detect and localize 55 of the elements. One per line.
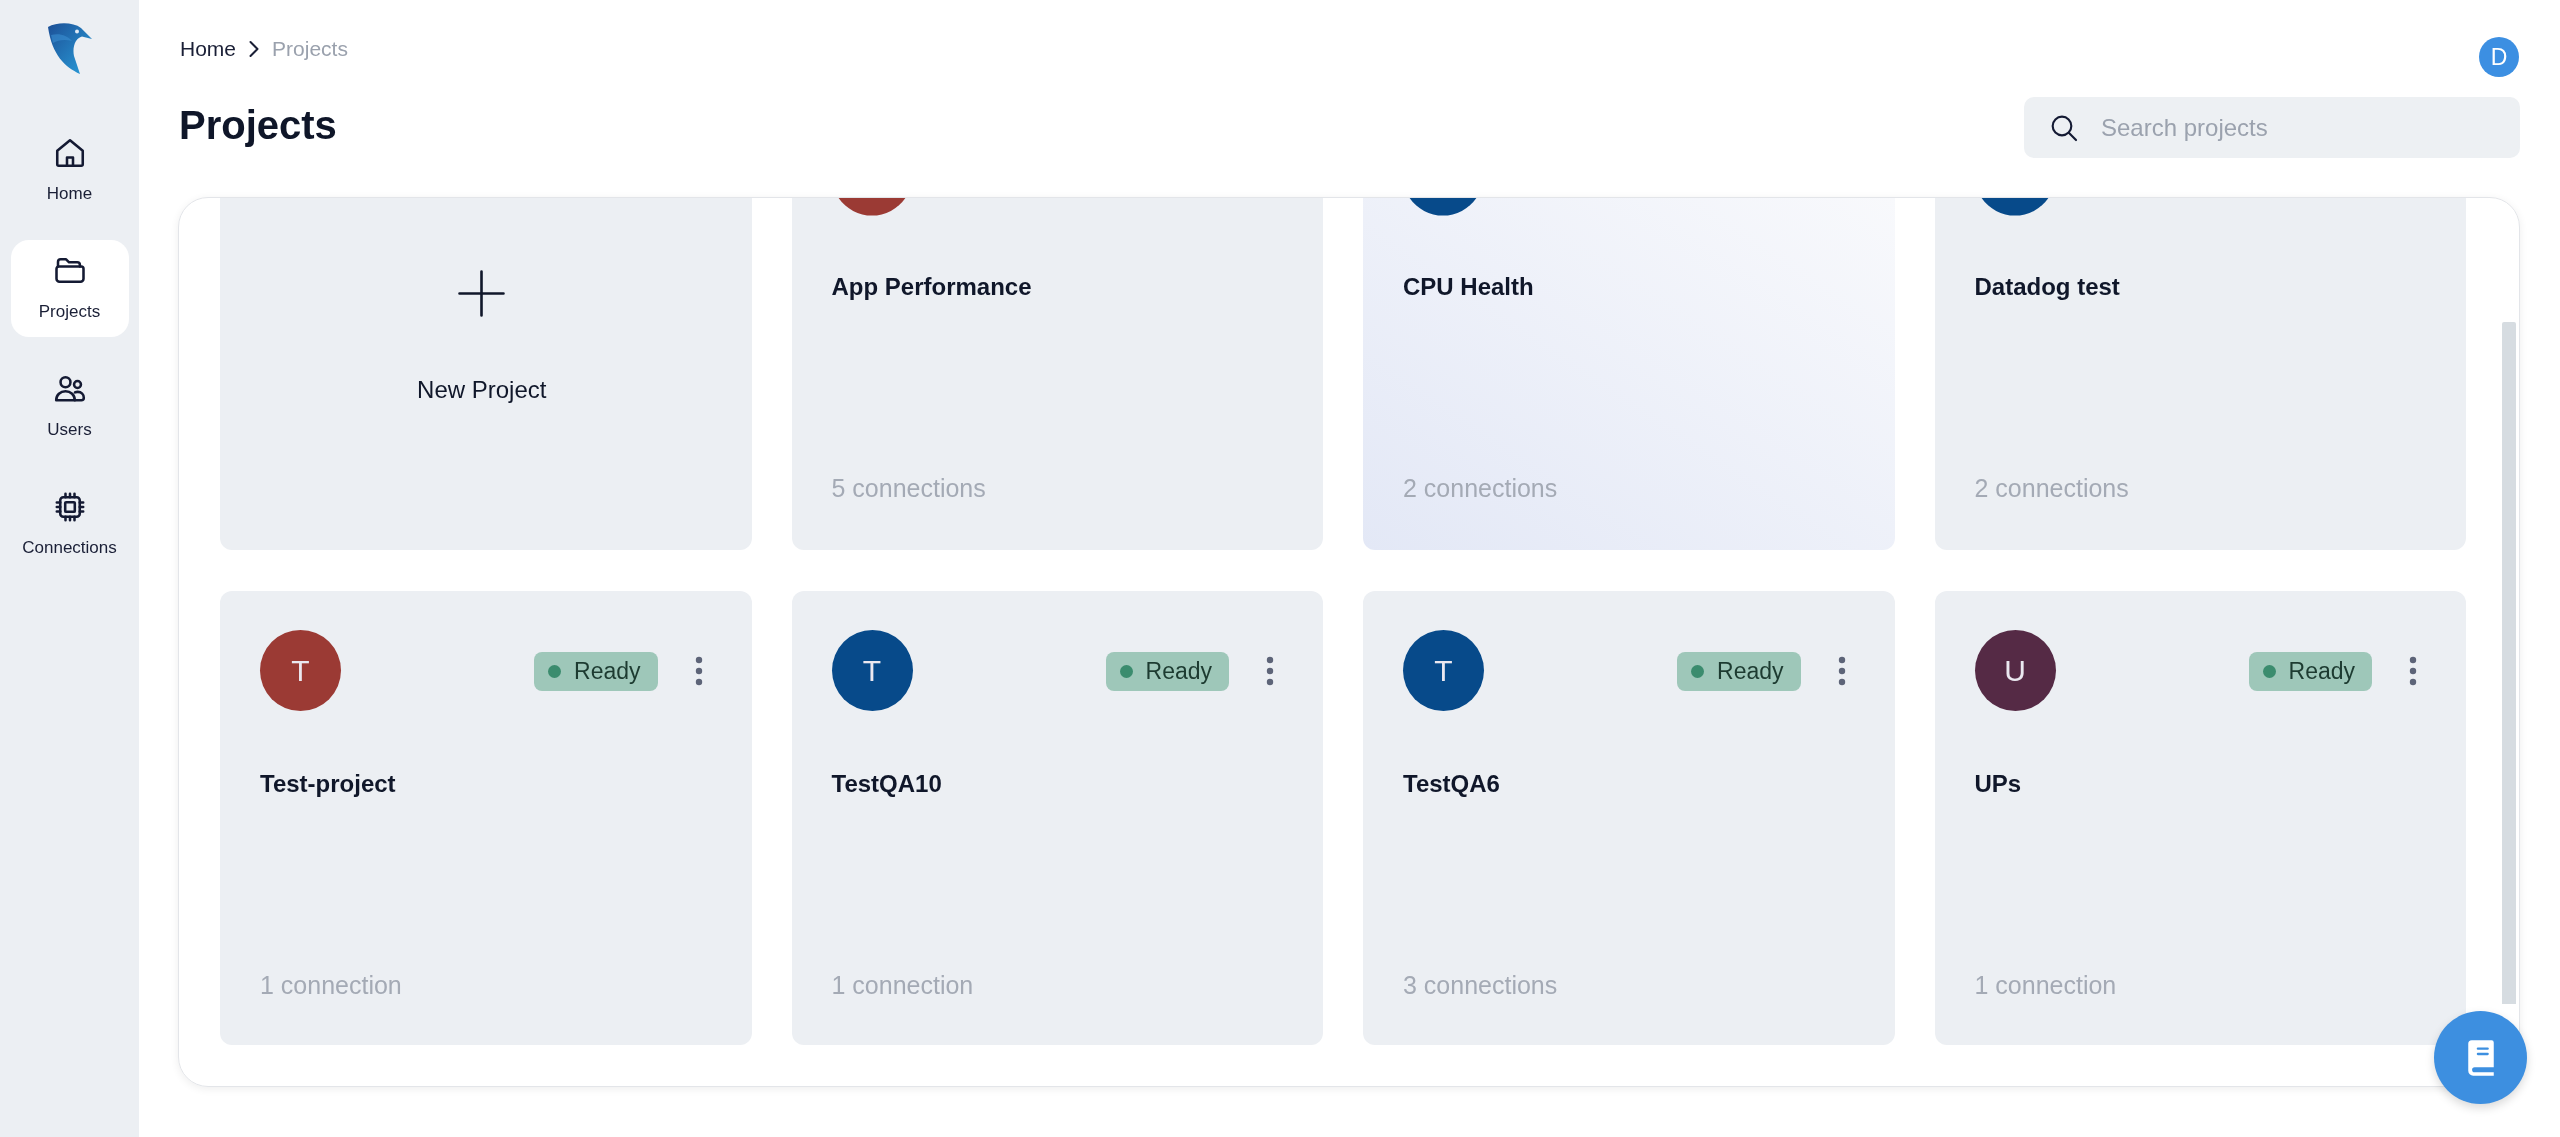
breadcrumb-link[interactable]: Home — [180, 37, 237, 61]
status-text: Ready — [1717, 658, 1784, 685]
connection-count: 2 connections — [1403, 473, 1559, 503]
connection-count: 2 connections — [1974, 473, 2130, 503]
avatar: T — [1403, 630, 1484, 711]
project-card[interactable]: U Ready UPs 1 connection — [1934, 591, 2466, 1045]
connection-count: 5 connections — [831, 473, 987, 503]
scrollbar-thumb[interactable] — [2502, 322, 2516, 1004]
project-card[interactable]: T Ready TestQA6 3 connections — [1363, 591, 1895, 1045]
nav-item[interactable]: Connections — [10, 476, 129, 573]
project-name: UPs — [1974, 769, 2023, 799]
status-text: Ready — [2288, 658, 2355, 685]
project-name: App Performance — [831, 272, 1033, 302]
plus-icon — [458, 270, 506, 317]
status-dot-icon — [1691, 665, 1704, 678]
project-card[interactable]: Datadog test 2 connections — [1934, 198, 2466, 550]
more-options-button[interactable] — [1836, 655, 1847, 686]
breadcrumb-current: Projects — [272, 37, 348, 61]
page-title: Projects — [179, 101, 337, 148]
new-project-card[interactable]: New Project — [220, 198, 752, 550]
project-name: CPU Health — [1403, 272, 1535, 302]
vertical-dots-icon — [1265, 655, 1275, 686]
connection-count: 3 connections — [1403, 970, 1559, 1000]
connection-count: 1 connection — [1974, 970, 2118, 1000]
project-name: TestQA10 — [831, 769, 943, 799]
project-card[interactable]: CPU Health 2 connections — [1363, 198, 1895, 550]
project-card[interactable]: App Performance 5 connections — [791, 198, 1323, 550]
status-dot-icon — [2262, 665, 2276, 678]
bird-head-logo[interactable] — [47, 23, 92, 74]
project-name: TestQA6 — [1403, 769, 1501, 799]
vertical-dots-icon — [693, 655, 704, 686]
project-card[interactable]: T Ready Test-project 1 connection — [220, 591, 752, 1045]
nav-item[interactable]: Users — [10, 358, 129, 455]
project-name: Test-project — [260, 769, 397, 799]
avatar: U — [1974, 630, 2056, 711]
vertical-dots-icon — [1836, 655, 1847, 686]
more-options-button[interactable] — [693, 655, 704, 686]
project-card[interactable]: T Ready TestQA10 1 connection — [791, 591, 1323, 1045]
avatar: T — [831, 630, 913, 711]
nav-item[interactable]: Projects — [10, 240, 129, 337]
status-text: Ready — [574, 658, 641, 685]
nav-item[interactable]: Home — [10, 122, 129, 219]
book-button[interactable] — [2434, 1011, 2527, 1104]
more-options-button[interactable] — [1265, 655, 1275, 686]
more-options-button[interactable] — [2408, 655, 2418, 686]
chevron-right-icon — [248, 40, 261, 58]
status-dot-icon — [548, 665, 561, 678]
connection-count: 1 connection — [831, 970, 975, 1000]
connection-count: 1 connection — [260, 970, 403, 1000]
status-text: Ready — [1145, 658, 1212, 685]
search-field[interactable]: Search projects — [2024, 97, 2520, 158]
avatar: T — [260, 630, 341, 711]
status-dot-icon — [1119, 665, 1133, 678]
project-name: Datadog test — [1974, 272, 2121, 302]
vertical-dots-icon — [2408, 655, 2418, 686]
